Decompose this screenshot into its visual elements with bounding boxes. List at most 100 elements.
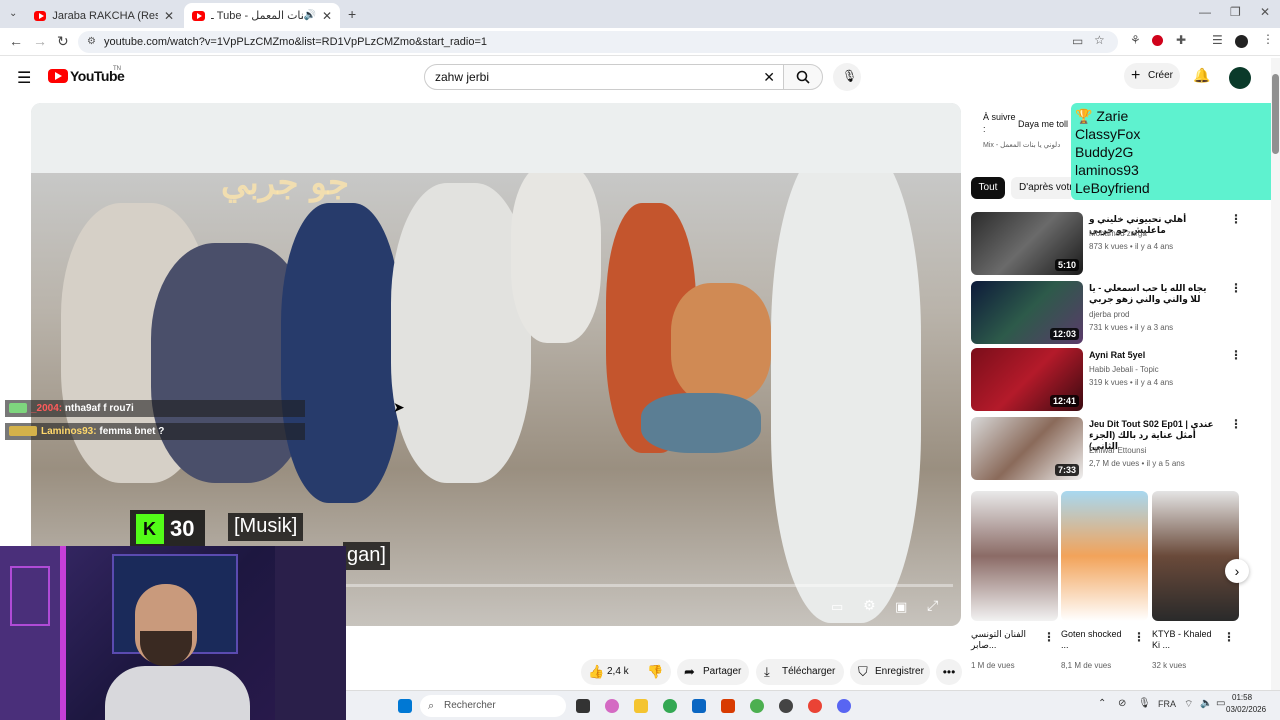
forward-icon[interactable]: → (33, 33, 47, 49)
task-view-icon[interactable] (576, 699, 590, 713)
video-thumbnail[interactable]: 5:10 (971, 212, 1083, 275)
close-window-icon[interactable]: ✕ (1260, 5, 1270, 19)
mic-tray-icon[interactable]: 🎙 (1138, 698, 1151, 709)
bookmark-star-icon[interactable]: ☆ (1094, 33, 1105, 47)
short-thumbnail[interactable] (1061, 491, 1148, 621)
chat-message: Laminos93: femma bnet ? (5, 423, 305, 440)
short-thumbnail[interactable] (1152, 491, 1239, 621)
puzzle-icon[interactable]: ✚ (1176, 33, 1186, 47)
tab-list-icon[interactable]: ⌄ (9, 8, 17, 19)
chrome-active-icon[interactable] (808, 699, 822, 713)
address-bar-row: ⚙ youtube.com/watch?v=1VpPLzCMZmo&list=R… (0, 28, 1280, 56)
taskbar-search[interactable]: ⌕ Rechercher (420, 695, 566, 717)
network-icon[interactable]: ⊘ (1118, 698, 1126, 709)
youtube-logo-icon[interactable] (48, 69, 68, 83)
up-next-card[interactable]: À suivre : Daya me toll Mix - دلوني يا ب… (971, 103, 1071, 163)
voice-search-button[interactable]: 🎙 (833, 63, 861, 91)
chrome-icon[interactable] (663, 699, 677, 713)
short-title[interactable]: Goten shocked ... (1061, 629, 1131, 651)
tab-active-video[interactable]: ـ Tube - دلوني يا بنات المعمل 🔊 ✕ (184, 3, 340, 28)
webcam-scene (105, 666, 250, 720)
short-meta: 32 k vues (1152, 661, 1187, 670)
wifi-icon[interactable]: ⌔ (1184, 698, 1193, 711)
copilot-icon[interactable] (605, 699, 619, 713)
shorts-next-button[interactable]: › (1225, 559, 1249, 583)
discord-icon[interactable] (837, 699, 851, 713)
share-button[interactable]: ➦ Partager (677, 659, 749, 685)
battery-icon[interactable]: ▭ (1216, 698, 1225, 709)
more-options-icon[interactable]: ⋮ (1230, 348, 1242, 362)
video-channel[interactable]: djerba prod (1089, 310, 1129, 319)
more-options-icon[interactable]: ⋮ (1230, 281, 1242, 295)
save-label: Enregistrer (875, 666, 924, 677)
outlook-icon[interactable] (692, 699, 706, 713)
opera-extension-icon[interactable] (1152, 35, 1163, 46)
video-thumbnail[interactable]: 12:03 (971, 281, 1083, 344)
scrollbar-thumb[interactable] (1272, 74, 1279, 154)
create-button[interactable]: + Créer (1124, 63, 1180, 89)
maximize-icon[interactable]: ❐ (1230, 5, 1241, 19)
fullscreen-icon[interactable]: ⤢ (927, 597, 938, 614)
language-indicator[interactable]: FRA (1158, 699, 1176, 709)
profile-avatar[interactable] (1235, 35, 1248, 48)
hamburger-menu-icon[interactable]: ☰ (17, 68, 31, 88)
settings-gear-icon[interactable]: ⚙ (863, 597, 876, 614)
video-title[interactable]: يجاه الله يا حب اسمعلي - يا للا والني وا… (1089, 283, 1219, 305)
chrome-profile-icon[interactable] (750, 699, 764, 713)
short-title[interactable]: الفنان التونسي صابر... (971, 629, 1041, 651)
url-field[interactable]: ⚙ youtube.com/watch?v=1VpPLzCMZmo&list=R… (78, 31, 1118, 53)
more-options-icon[interactable]: ⋮ (1223, 630, 1235, 644)
close-tab-icon[interactable]: ✕ (164, 9, 174, 23)
extension-icon[interactable]: ⚘ (1130, 33, 1141, 47)
back-icon[interactable]: ← (9, 33, 23, 49)
windows-start-icon[interactable] (398, 699, 412, 713)
download-button[interactable]: ⤓ Télécharger (756, 659, 844, 685)
dislike-button[interactable]: 👎 (647, 659, 663, 685)
channel-avatar[interactable] (1229, 67, 1251, 89)
search-input[interactable]: zahw jerbi ✕ (424, 64, 784, 90)
more-options-icon[interactable]: ⋮ (1230, 212, 1242, 226)
volume-icon[interactable]: 🔈 (1200, 698, 1212, 709)
page-scrollbar[interactable] (1271, 58, 1280, 690)
taskbar-search-placeholder: Rechercher (444, 700, 496, 711)
more-options-icon[interactable]: ⋮ (1133, 630, 1145, 644)
more-options-icon[interactable]: ⋮ (1230, 417, 1242, 431)
video-thumbnail[interactable]: 12:41 (971, 348, 1083, 411)
office-icon[interactable] (721, 699, 735, 713)
clear-search-icon[interactable]: ✕ (763, 65, 775, 89)
obs-icon[interactable] (779, 699, 793, 713)
subtitles-icon[interactable]: ▭ (831, 599, 843, 615)
chip-all[interactable]: Tout (971, 177, 1005, 199)
clock-time[interactable]: 01:58 (1232, 693, 1252, 702)
like-button[interactable]: 👍 (588, 659, 604, 685)
chip-recommended[interactable]: D'après votre (1011, 177, 1071, 199)
search-button[interactable] (783, 64, 823, 90)
notifications-bell-icon[interactable]: 🔔 (1193, 67, 1210, 84)
tab-jaraba[interactable]: Jaraba RAKCHA (Resto Psyco ✕ (26, 3, 182, 28)
video-channel[interactable]: Mohamed zarga (1089, 229, 1147, 238)
tray-chevron-icon[interactable]: ⌃ (1098, 698, 1106, 709)
video-thumbnail[interactable]: 7:33 (971, 417, 1083, 480)
theater-mode-icon[interactable]: ▣ (895, 599, 907, 615)
save-button[interactable]: ⛉ Enregistrer (850, 659, 930, 685)
reading-list-icon[interactable]: ☰ (1212, 33, 1223, 47)
search-icon: ⌕ (428, 700, 435, 712)
more-actions-button[interactable]: ••• (936, 659, 962, 685)
minimize-icon[interactable]: — (1199, 5, 1211, 19)
file-explorer-icon[interactable] (634, 699, 648, 713)
speaker-icon[interactable]: 🔊 (303, 10, 315, 21)
reload-icon[interactable]: ↻ (57, 33, 69, 50)
cast-icon[interactable]: ▭ (1072, 34, 1083, 48)
video-channel[interactable]: Elhiwar Ettounsi (1089, 446, 1146, 455)
browser-menu-icon[interactable]: ⋮ (1262, 32, 1274, 46)
video-title[interactable]: Ayni Rat 5yel (1089, 350, 1219, 361)
short-title[interactable]: KTYB - Khaled Ki ... (1152, 629, 1222, 651)
clock-date[interactable]: 03/02/2026 (1226, 705, 1266, 714)
close-tab-icon[interactable]: ✕ (322, 9, 332, 23)
video-meta: 873 k vues • il y a 4 ans (1089, 242, 1174, 251)
new-tab-icon[interactable]: + (348, 6, 356, 22)
video-channel[interactable]: Habib Jebali - Topic (1089, 365, 1159, 374)
site-info-icon[interactable]: ⚙ (87, 31, 96, 53)
short-thumbnail[interactable] (971, 491, 1058, 621)
more-options-icon[interactable]: ⋮ (1043, 630, 1055, 644)
